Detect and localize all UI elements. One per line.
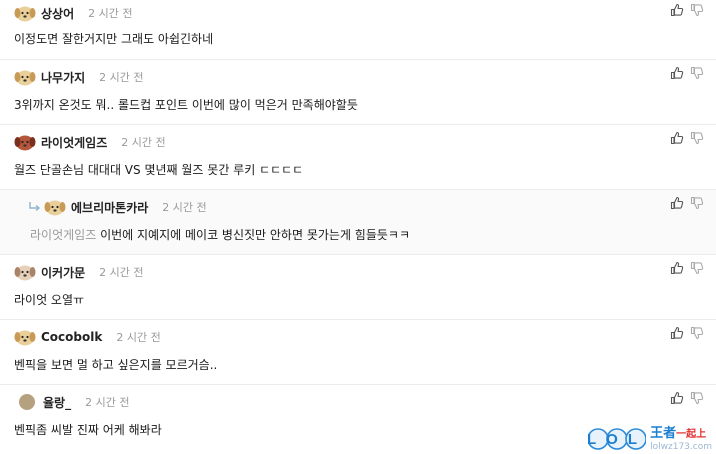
vote-controls bbox=[664, 326, 704, 340]
comment-text: 라이엇 오열ㅠ bbox=[14, 293, 85, 307]
thumbs-down-icon[interactable] bbox=[690, 66, 704, 80]
comment-header: 이커가문 2 시간 전 bbox=[14, 262, 144, 282]
comment-item: 이커가문 2 시간 전 라이엇 오열ㅠ bbox=[0, 255, 716, 320]
thumbs-up-icon[interactable] bbox=[670, 326, 684, 340]
site-watermark: LOL 王者一起上 lolwz173.com bbox=[588, 426, 712, 452]
reply-mention[interactable]: 라이엇게임즈 bbox=[30, 228, 96, 242]
thumbs-down-icon[interactable] bbox=[690, 326, 704, 340]
reply-item: 에브리마톤카라 2 시간 전 라이엇게임즈 이번에 지예지에 메이코 병신짓만 … bbox=[0, 190, 716, 255]
thumbs-up-icon[interactable] bbox=[670, 391, 684, 405]
comment-header: 율랑_ 2 시간 전 bbox=[16, 392, 129, 412]
thumbs-down-icon[interactable] bbox=[690, 196, 704, 210]
thumbs-up-icon[interactable] bbox=[670, 196, 684, 210]
comment-time: 2 시간 전 bbox=[88, 7, 133, 20]
comment-author[interactable]: 에브리마톤카라 bbox=[71, 199, 148, 216]
comment-time: 2 시간 전 bbox=[121, 136, 166, 149]
comment-author[interactable]: 이커가문 bbox=[41, 264, 85, 281]
vote-controls bbox=[664, 196, 704, 210]
thumbs-down-icon[interactable] bbox=[690, 3, 704, 17]
comment-author[interactable]: 라이엇게임즈 bbox=[41, 134, 107, 151]
comment-time: 2 시간 전 bbox=[99, 266, 144, 279]
watermark-url: lolwz173.com bbox=[650, 441, 712, 452]
vote-controls bbox=[664, 66, 704, 80]
comment-header: 라이엇게임즈 2 시간 전 bbox=[14, 132, 166, 152]
comment-author[interactable]: 율랑_ bbox=[43, 394, 71, 411]
reply-arrow-icon bbox=[29, 202, 41, 212]
avatar[interactable] bbox=[14, 132, 36, 152]
comment-text: 벤픽을 보면 멀 하고 싶은지를 모르거슴.. bbox=[14, 358, 218, 372]
comment-author[interactable]: Cocobolk bbox=[41, 330, 102, 344]
comment-text: 3위까지 온것도 뭐.. 롤드컵 포인트 이번에 많이 먹은거 만족해야할듯 bbox=[14, 98, 358, 112]
comment-time: 2 시간 전 bbox=[116, 331, 161, 344]
comment-text: 월즈 단골손님 대대대 VS 몇년째 월즈 못간 루키 ㄷㄷㄷㄷ bbox=[14, 163, 304, 177]
avatar[interactable] bbox=[44, 197, 66, 217]
comment-time: 2 시간 전 bbox=[162, 201, 207, 214]
thumbs-up-icon[interactable] bbox=[670, 261, 684, 275]
avatar[interactable] bbox=[14, 3, 36, 23]
comment-feed: 상상어 2 시간 전 이정도면 잘한거지만 그래도 아쉽긴하네 나무가지 2 시… bbox=[0, 0, 716, 454]
comment-header: 상상어 2 시간 전 bbox=[14, 3, 132, 23]
comment-item: 라이엇게임즈 2 시간 전 월즈 단골손님 대대대 VS 몇년째 월즈 못간 루… bbox=[0, 125, 716, 190]
comment-time: 2 시간 전 bbox=[99, 71, 144, 84]
avatar[interactable] bbox=[14, 262, 36, 282]
vote-controls bbox=[664, 131, 704, 145]
comment-time: 2 시간 전 bbox=[85, 396, 130, 409]
comment-header: 에브리마톤카라 2 시간 전 bbox=[28, 197, 207, 217]
thumbs-down-icon[interactable] bbox=[690, 391, 704, 405]
vote-controls bbox=[664, 261, 704, 275]
watermark-logo: LOL bbox=[588, 428, 647, 450]
thumbs-up-icon[interactable] bbox=[670, 131, 684, 145]
comment-item: Cocobolk 2 시간 전 벤픽을 보면 멀 하고 싶은지를 모르거슴.. bbox=[0, 320, 716, 385]
watermark-title: 王者一起上 bbox=[650, 425, 707, 441]
avatar[interactable] bbox=[14, 67, 36, 87]
vote-controls bbox=[664, 3, 704, 17]
thumbs-down-icon[interactable] bbox=[690, 131, 704, 145]
thumbs-up-icon[interactable] bbox=[670, 66, 684, 80]
avatar[interactable] bbox=[14, 327, 36, 347]
comment-text: 라이엇게임즈 이번에 지예지에 메이코 병신짓만 안하면 못가는게 힘들듯ㅋㅋ bbox=[30, 226, 410, 243]
watermark-logo-text: LOL bbox=[588, 431, 646, 448]
comment-header: 나무가지 2 시간 전 bbox=[14, 67, 144, 87]
comment-item: 상상어 2 시간 전 이정도면 잘한거지만 그래도 아쉽긴하네 bbox=[0, 0, 716, 60]
comment-author[interactable]: 상상어 bbox=[41, 5, 74, 22]
comment-text: 벤픽좀 씨발 진짜 어케 해봐라 bbox=[14, 423, 162, 437]
watermark-text: 王者一起上 lolwz173.com bbox=[650, 425, 712, 452]
comment-text: 이정도면 잘한거지만 그래도 아쉽긴하네 bbox=[14, 32, 214, 46]
comment-author[interactable]: 나무가지 bbox=[41, 69, 85, 86]
thumbs-up-icon[interactable] bbox=[670, 3, 684, 17]
thumbs-down-icon[interactable] bbox=[690, 261, 704, 275]
vote-controls bbox=[664, 391, 704, 405]
reply-body: 이번에 지예지에 메이코 병신짓만 안하면 못가는게 힘들듯ㅋㅋ bbox=[100, 228, 411, 242]
avatar[interactable] bbox=[16, 392, 38, 412]
comment-item: 나무가지 2 시간 전 3위까지 온것도 뭐.. 롤드컵 포인트 이번에 많이 … bbox=[0, 60, 716, 125]
comment-header: Cocobolk 2 시간 전 bbox=[14, 327, 161, 347]
